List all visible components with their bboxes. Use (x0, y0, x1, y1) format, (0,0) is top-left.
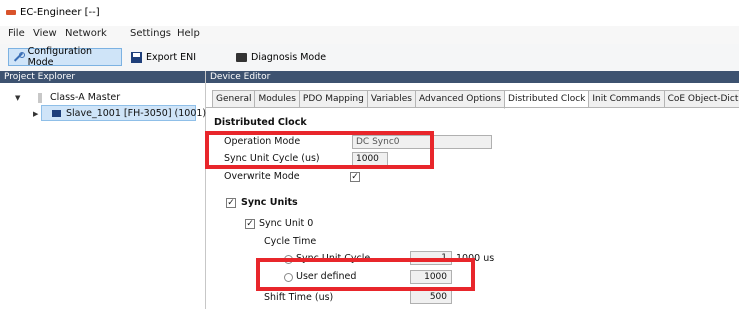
highlight-box-bottom (256, 258, 475, 291)
section-title: Distributed Clock (214, 117, 307, 128)
sync-units-checkbox[interactable]: ✓ (226, 198, 236, 208)
overwrite-mode-label: Overwrite Mode (224, 171, 300, 182)
tab-variables[interactable]: Variables (366, 90, 415, 108)
sync-unit0-checkbox[interactable]: ✓ (245, 219, 255, 229)
collapse-arrow-icon[interactable]: ▶ (33, 110, 38, 118)
menu-bar (0, 26, 739, 44)
tab-pdo-mapping[interactable]: PDO Mapping (298, 90, 367, 108)
overwrite-mode-checkbox[interactable]: ✓ (350, 172, 360, 182)
menu-network[interactable]: Network (65, 28, 107, 39)
sync-units-label: Sync Units (241, 197, 298, 208)
diagnosis-mode-button[interactable]: Diagnosis Mode (233, 48, 329, 66)
shift-time-field[interactable]: 500 (410, 290, 452, 304)
configuration-mode-button[interactable]: Configuration Mode (8, 46, 122, 68)
project-explorer-header: Project Explorer (0, 71, 205, 83)
menu-settings[interactable]: Settings (130, 28, 171, 39)
tab-general[interactable]: General (212, 90, 255, 108)
tree-master-node[interactable]: Class-A Master (50, 92, 120, 103)
title-bar (0, 0, 739, 27)
device-editor-tabs: General Modules PDO Mapping Variables Ad… (212, 90, 739, 109)
menu-help[interactable]: Help (177, 28, 200, 39)
menu-view[interactable]: View (33, 28, 57, 39)
tab-content-border (206, 107, 739, 108)
configuration-mode-label: Configuration Mode (27, 46, 93, 68)
menu-file[interactable]: File (8, 28, 25, 39)
diagnosis-mode-label: Diagnosis Mode (251, 51, 327, 63)
tab-modules[interactable]: Modules (254, 90, 299, 108)
save-icon (131, 51, 142, 63)
tab-init-commands[interactable]: Init Commands (588, 90, 664, 108)
window-title: EC-Engineer [--] (20, 7, 100, 18)
wrench-icon (12, 51, 25, 63)
sync-unit0-label: Sync Unit 0 (259, 218, 314, 229)
tab-advanced-options[interactable]: Advanced Options (414, 90, 505, 108)
device-editor-header: Device Editor (206, 71, 739, 83)
app-logo-icon (6, 10, 16, 15)
slave-device-icon (52, 110, 61, 117)
highlight-box-top (205, 131, 434, 169)
export-eni-button[interactable]: Export ENI (128, 48, 199, 66)
tree-slave-node[interactable]: Slave_1001 [FH-3050] (1001) (66, 108, 206, 119)
cycle-time-label: Cycle Time (264, 236, 317, 247)
expand-arrow-icon[interactable]: ▼ (15, 94, 20, 102)
shift-time-label: Shift Time (us) (264, 292, 334, 303)
master-node-icon (38, 93, 42, 103)
export-eni-label: Export ENI (146, 51, 197, 63)
diagnosis-icon (236, 52, 247, 62)
tab-coe-object-dictionary[interactable]: CoE Object-Dictionary (663, 90, 739, 108)
